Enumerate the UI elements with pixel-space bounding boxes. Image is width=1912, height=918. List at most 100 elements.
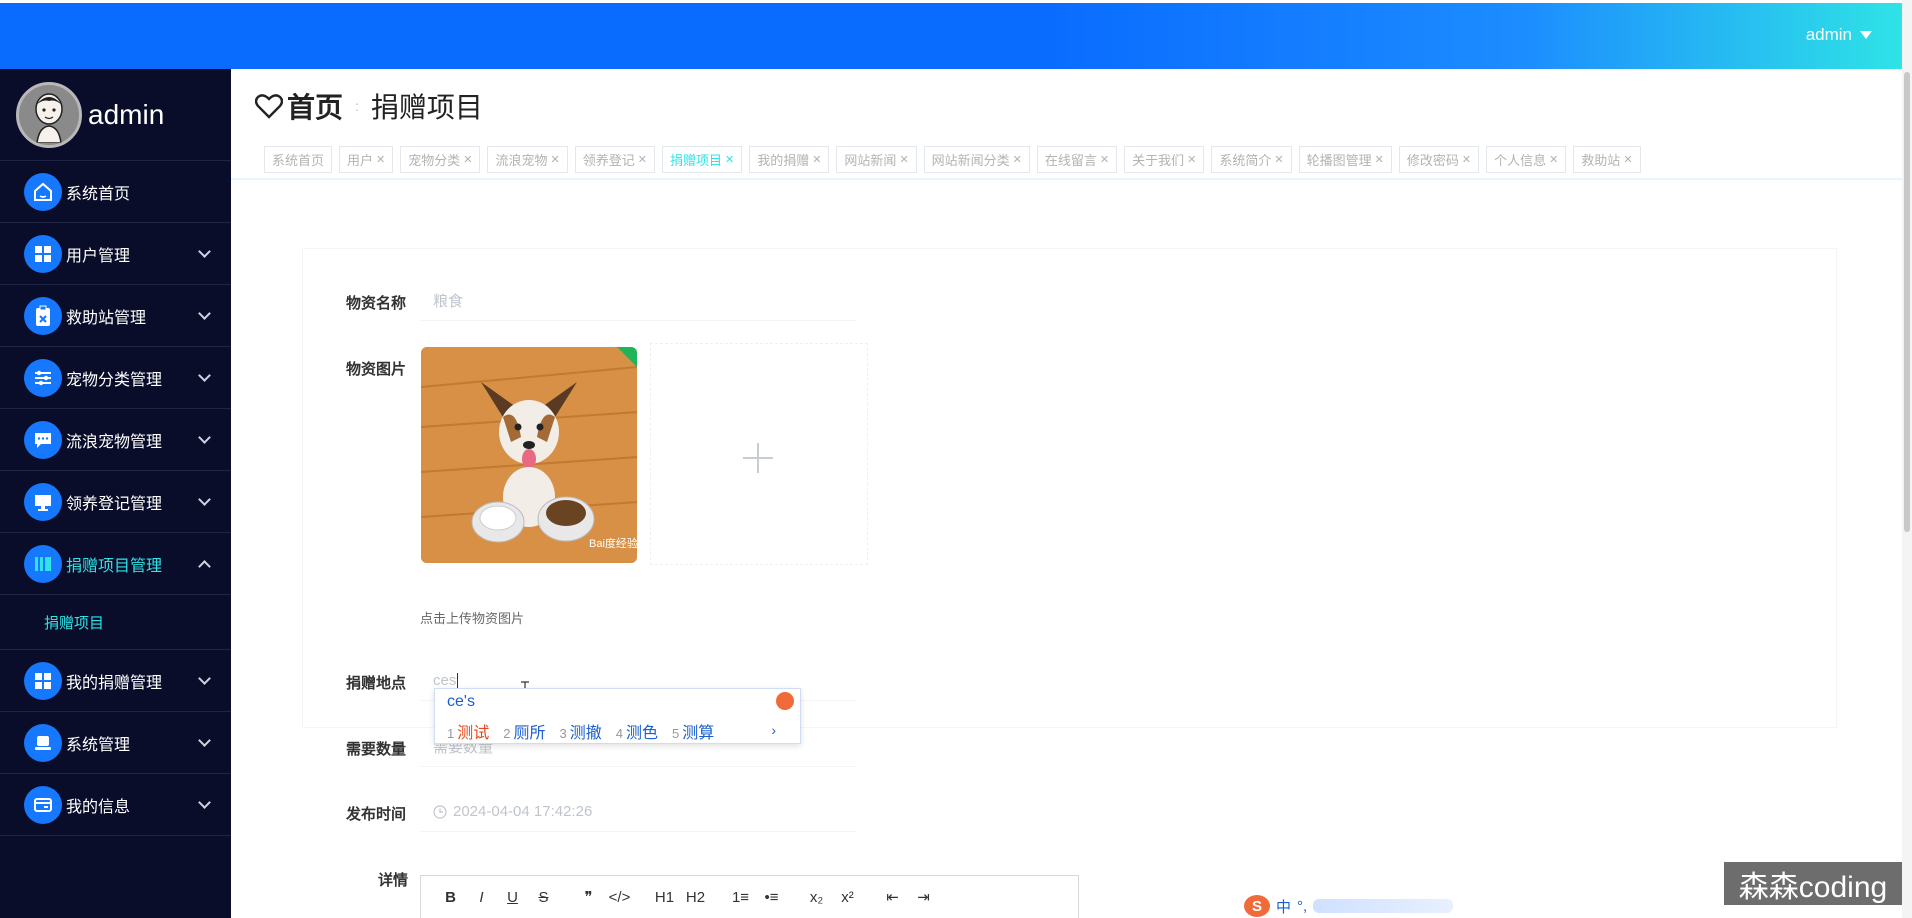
tag-2[interactable]: 宠物分类 ✕ bbox=[400, 146, 481, 173]
tag-10[interactable]: 关于我们 ✕ bbox=[1124, 146, 1205, 173]
sidebar-item-system[interactable]: 系统管理 bbox=[0, 712, 231, 774]
ordered-list-button[interactable]: 1≡ bbox=[725, 889, 756, 906]
name-value: 粮食 bbox=[433, 293, 464, 310]
tag-3[interactable]: 流浪宠物 ✕ bbox=[487, 146, 568, 173]
tag-0[interactable]: 系统首页 bbox=[264, 146, 333, 173]
tag-label: 捐赠项目 bbox=[669, 153, 722, 168]
close-icon[interactable]: ✕ bbox=[1549, 153, 1558, 166]
tag-6[interactable]: 我的捐赠 ✕ bbox=[749, 146, 830, 173]
close-icon[interactable]: ✕ bbox=[899, 153, 908, 166]
chevron-down-icon bbox=[198, 493, 211, 506]
ime-punct: °, bbox=[1297, 897, 1308, 915]
outdent-button[interactable]: ⇤ bbox=[877, 888, 908, 906]
home-icon bbox=[24, 172, 62, 211]
ime-next-page[interactable]: › bbox=[771, 722, 776, 738]
close-icon[interactable]: ✕ bbox=[1274, 153, 1283, 166]
sidebar-subitem-donation-project[interactable]: 捐赠项目 bbox=[0, 595, 231, 650]
tag-1[interactable]: 用户 ✕ bbox=[339, 146, 394, 173]
page-scrollbar[interactable] bbox=[1902, 0, 1912, 918]
grid-icon bbox=[24, 661, 62, 700]
tag-9[interactable]: 在线留言 ✕ bbox=[1036, 146, 1118, 173]
bold-button[interactable]: B bbox=[435, 889, 466, 906]
sidebar-item-rescue-station[interactable]: 救助站管理 bbox=[0, 285, 231, 347]
tag-11[interactable]: 系统简介 ✕ bbox=[1211, 146, 1292, 173]
close-icon[interactable]: ✕ bbox=[812, 153, 821, 166]
underline-button[interactable]: U bbox=[497, 889, 528, 906]
ime-candidate[interactable]: 1 测试 bbox=[447, 719, 489, 743]
upload-dropzone[interactable] bbox=[650, 343, 868, 565]
ime-candidate[interactable]: 2 厕所 bbox=[503, 719, 545, 743]
chevron-down-icon bbox=[198, 796, 211, 809]
blockquote-button[interactable]: ❞ bbox=[573, 888, 604, 906]
scrollbar-thumb[interactable] bbox=[1904, 72, 1910, 532]
close-icon[interactable]: ✕ bbox=[725, 153, 734, 166]
close-icon[interactable]: ✕ bbox=[638, 153, 647, 166]
tag-13[interactable]: 修改密码 ✕ bbox=[1398, 146, 1480, 173]
name-input[interactable]: 粮食 bbox=[421, 281, 857, 321]
watermark: 森森coding bbox=[1724, 862, 1902, 905]
dog-photo: Bai度经验 bbox=[421, 347, 637, 563]
user-menu[interactable]: admin bbox=[1806, 25, 1872, 45]
tag-8[interactable]: 网站新闻分类 ✕ bbox=[923, 146, 1030, 173]
sliders-icon bbox=[24, 358, 62, 397]
tag-label: 关于我们 bbox=[1132, 153, 1185, 168]
tag-label: 系统简介 bbox=[1219, 153, 1272, 168]
tag-5[interactable]: 捐赠项目 ✕ bbox=[661, 146, 743, 173]
close-icon[interactable]: ✕ bbox=[463, 153, 472, 166]
code-block-button[interactable]: </> bbox=[604, 889, 635, 906]
close-icon[interactable]: ✕ bbox=[1013, 153, 1022, 166]
location-value: ces bbox=[433, 672, 457, 689]
name-label: 物资名称 bbox=[346, 295, 407, 312]
ime-candidate-number: 4 bbox=[615, 726, 623, 741]
sidebar-item-my-donations[interactable]: 我的捐赠管理 bbox=[0, 650, 231, 712]
rich-editor-toolbar: B I U S ❞ </> H1 H2 1≡ •≡ x₂ x² ⇤ ⇥ bbox=[420, 875, 1079, 918]
sidebar-item-pet-category[interactable]: 宠物分类管理 bbox=[0, 347, 231, 409]
header-2-button[interactable]: H2 bbox=[680, 889, 711, 906]
breadcrumb-current: 捐赠项目 bbox=[370, 92, 483, 123]
tag-label: 个人信息 bbox=[1494, 153, 1547, 168]
time-picker[interactable]: 2024-04-04 17:42:26 bbox=[421, 792, 857, 832]
sidebar-item-donation-project[interactable]: 捐赠项目管理 bbox=[0, 533, 231, 595]
tag-12[interactable]: 轮播图管理 ✕ bbox=[1298, 146, 1392, 173]
close-icon[interactable]: ✕ bbox=[1375, 153, 1384, 166]
ime-candidate-text: 厕所 bbox=[513, 725, 546, 742]
tag-4[interactable]: 领养登记 ✕ bbox=[574, 146, 655, 173]
ime-candidate-text: 测色 bbox=[625, 725, 658, 742]
ime-candidate-number: 5 bbox=[672, 726, 680, 741]
tag-15[interactable]: 救助站 ✕ bbox=[1573, 146, 1641, 173]
heart-icon bbox=[255, 94, 283, 119]
tag-14[interactable]: 个人信息 ✕ bbox=[1486, 146, 1567, 173]
uploaded-image[interactable]: Bai度经验 bbox=[421, 347, 637, 563]
close-icon[interactable]: ✕ bbox=[1100, 153, 1109, 166]
ime-candidate-text: 测算 bbox=[682, 725, 715, 742]
italic-button[interactable]: I bbox=[466, 889, 497, 906]
tags-divider bbox=[231, 178, 1902, 180]
strike-button[interactable]: S bbox=[528, 889, 559, 906]
ime-status-bar[interactable]: S 中 °, bbox=[1244, 894, 1474, 918]
breadcrumb-home[interactable]: 首页 bbox=[287, 86, 343, 126]
chat-icon bbox=[24, 420, 62, 459]
ime-candidate[interactable]: 4 测色 bbox=[616, 719, 658, 743]
close-icon[interactable]: ✕ bbox=[1462, 153, 1471, 166]
ime-candidate[interactable]: 3 测撤 bbox=[560, 719, 602, 743]
sogou-logo-icon bbox=[776, 692, 794, 710]
superscript-button[interactable]: x² bbox=[832, 889, 863, 906]
subscript-button[interactable]: x₂ bbox=[801, 889, 832, 906]
close-icon[interactable]: ✕ bbox=[551, 153, 560, 166]
sidebar-item-my-info[interactable]: 我的信息 bbox=[0, 774, 231, 836]
sidebar-item-adoption[interactable]: 领养登记管理 bbox=[0, 471, 231, 533]
tag-7[interactable]: 网站新闻 ✕ bbox=[836, 146, 917, 173]
sidebar-item-users[interactable]: 用户管理 bbox=[0, 223, 231, 285]
close-icon[interactable]: ✕ bbox=[1623, 153, 1632, 166]
ime-candidate[interactable]: 5 测算 bbox=[672, 719, 714, 743]
ime-candidate-popup[interactable]: ce's 1 测试 2 厕所 3 测撤 4 测色 5 测算 › bbox=[434, 688, 801, 744]
indent-button[interactable]: ⇥ bbox=[908, 888, 939, 906]
close-icon[interactable]: ✕ bbox=[376, 153, 385, 166]
sidebar-item-stray-pets[interactable]: 流浪宠物管理 bbox=[0, 409, 231, 471]
sidebar-item-home[interactable]: 系统首页 bbox=[0, 161, 231, 223]
tag-label: 流浪宠物 bbox=[495, 153, 548, 168]
header-1-button[interactable]: H1 bbox=[649, 889, 680, 906]
bullet-list-button[interactable]: •≡ bbox=[756, 889, 787, 906]
close-icon[interactable]: ✕ bbox=[1187, 153, 1196, 166]
tag-label: 网站新闻分类 bbox=[931, 153, 1010, 168]
